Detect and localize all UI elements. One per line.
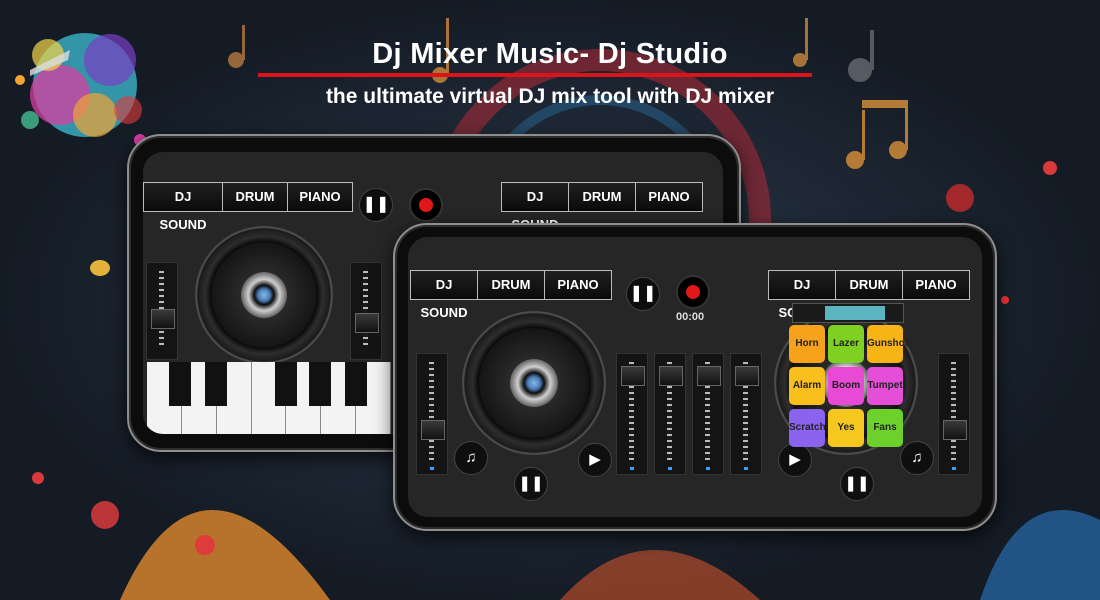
sound-pad-boom[interactable]: Boom bbox=[828, 367, 864, 405]
slider-knob[interactable] bbox=[355, 313, 379, 333]
volume-slider[interactable] bbox=[350, 262, 382, 360]
record-icon bbox=[419, 198, 433, 212]
record-button[interactable] bbox=[676, 275, 710, 309]
tab-piano[interactable]: PIANO bbox=[545, 271, 611, 299]
play-icon: ▶ bbox=[589, 451, 601, 468]
playlist-button[interactable]: ♫ bbox=[900, 441, 934, 475]
front-left-tab-group: DJ SOUND DRUM PIANO bbox=[410, 270, 612, 320]
slider-knob[interactable] bbox=[697, 366, 721, 386]
tab-drum[interactable]: DRUM bbox=[569, 183, 636, 211]
tab-drum[interactable]: DRUM bbox=[478, 271, 545, 299]
phone-front: DJ SOUND DRUM PIANO ❚❚ 00:00 DJ SOUND DR… bbox=[393, 223, 997, 531]
volume-slider[interactable] bbox=[730, 353, 762, 475]
slider-knob[interactable] bbox=[621, 366, 645, 386]
piano-black-key[interactable] bbox=[275, 362, 297, 406]
tab-piano[interactable]: PIANO bbox=[636, 183, 702, 211]
piano-black-key[interactable] bbox=[345, 362, 367, 406]
sound-pad-tumpet[interactable]: Tumpet bbox=[867, 367, 903, 405]
record-icon bbox=[686, 285, 700, 299]
pause-icon: ❚❚ bbox=[518, 475, 544, 492]
volume-slider[interactable] bbox=[938, 353, 970, 475]
record-button[interactable] bbox=[409, 188, 443, 222]
music-list-icon: ♫ bbox=[911, 449, 923, 466]
turntable-hub bbox=[510, 359, 558, 407]
playlist-button[interactable]: ♫ bbox=[454, 441, 488, 475]
music-list-icon: ♫ bbox=[465, 449, 477, 466]
slider-knob[interactable] bbox=[151, 309, 175, 329]
tab-dj-sound[interactable]: DJ SOUND bbox=[411, 271, 478, 320]
pause-button[interactable]: ❚❚ bbox=[514, 467, 548, 501]
turntable-hub bbox=[241, 272, 287, 318]
tab-dj-sound[interactable]: DJ SOUND bbox=[769, 271, 836, 320]
tab-dj-sound[interactable]: DJ SOUND bbox=[502, 183, 569, 232]
turntable[interactable] bbox=[462, 311, 606, 455]
pause-button[interactable]: ❚❚ bbox=[626, 277, 660, 311]
tab-piano[interactable]: PIANO bbox=[288, 183, 352, 211]
timer: 00:00 bbox=[676, 311, 705, 323]
slider-knob[interactable] bbox=[735, 366, 759, 386]
page-title: Dj Mixer Music- Dj Studio bbox=[372, 38, 728, 70]
turntable[interactable] bbox=[195, 226, 333, 364]
volume-slider[interactable] bbox=[654, 353, 686, 475]
front-right-tab-group: DJ SOUND DRUM PIANO bbox=[768, 270, 970, 320]
pause-button[interactable]: ❚❚ bbox=[359, 188, 393, 222]
play-button[interactable]: ▶ bbox=[578, 443, 612, 477]
sound-pad-fans[interactable]: Fans bbox=[867, 409, 903, 447]
title-underline bbox=[258, 73, 812, 77]
back-left-tab-group: DJ SOUND DRUM PIANO bbox=[143, 182, 353, 232]
page-subtitle: the ultimate virtual DJ mix tool with DJ… bbox=[325, 85, 775, 108]
pause-icon: ❚❚ bbox=[629, 285, 657, 302]
slider-knob[interactable] bbox=[421, 420, 445, 440]
tab-drum[interactable]: DRUM bbox=[223, 183, 288, 211]
piano-keyboard[interactable] bbox=[147, 362, 392, 434]
sound-pad-horn[interactable]: Horn bbox=[789, 325, 825, 363]
slider-knob[interactable] bbox=[943, 420, 967, 440]
volume-slider[interactable] bbox=[616, 353, 648, 475]
sound-pad-lazer[interactable]: Lazer bbox=[828, 325, 864, 363]
sound-pad-scratch[interactable]: Scratch bbox=[789, 409, 826, 447]
volume-slider[interactable] bbox=[692, 353, 724, 475]
sound-pad-gunshot[interactable]: Gunshot bbox=[867, 325, 908, 363]
tab-dj-sound[interactable]: DJ SOUND bbox=[144, 183, 223, 232]
volume-slider[interactable] bbox=[146, 262, 178, 360]
pad-progress-bar bbox=[792, 303, 904, 323]
sound-pad-yes[interactable]: Yes bbox=[828, 409, 864, 447]
piano-black-key[interactable] bbox=[169, 362, 191, 406]
pause-icon: ❚❚ bbox=[362, 196, 390, 213]
tab-piano[interactable]: PIANO bbox=[903, 271, 969, 299]
pause-icon: ❚❚ bbox=[844, 475, 870, 492]
slider-knob[interactable] bbox=[659, 366, 683, 386]
back-right-tab-group: DJ SOUND DRUM PIANO bbox=[501, 182, 703, 232]
phone-front-screen: DJ SOUND DRUM PIANO ❚❚ 00:00 DJ SOUND DR… bbox=[408, 237, 982, 517]
pause-button[interactable]: ❚❚ bbox=[840, 467, 874, 501]
play-icon: ▶ bbox=[789, 451, 801, 468]
piano-black-key[interactable] bbox=[205, 362, 227, 406]
volume-slider[interactable] bbox=[416, 353, 448, 475]
tab-drum[interactable]: DRUM bbox=[836, 271, 903, 299]
play-button[interactable]: ▶ bbox=[778, 443, 812, 477]
piano-black-key[interactable] bbox=[309, 362, 331, 406]
sound-pad-alarm[interactable]: Alarm bbox=[789, 367, 825, 405]
